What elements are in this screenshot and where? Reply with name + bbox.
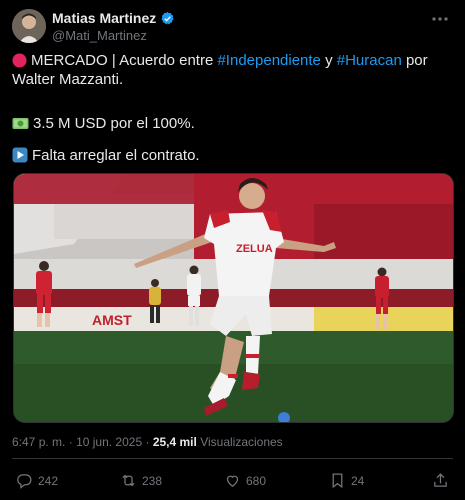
tweet-date[interactable]: 10 jun. 2025 xyxy=(76,435,142,449)
tweet-media-image[interactable]: AMST ZELUA xyxy=(13,173,454,423)
tweet-header: Matias Martinez @Mati_Martinez xyxy=(12,8,453,44)
author-handle[interactable]: @Mati_Martinez xyxy=(52,28,147,43)
reply-count: 242 xyxy=(38,473,59,488)
tweet-text-segment: MERCADO | Acuerdo entre xyxy=(31,52,218,69)
divider xyxy=(12,458,453,459)
tweet-text-segment: Falta arreglar el contrato. xyxy=(32,147,200,164)
like-button[interactable]: 680 xyxy=(224,472,266,489)
bookmark-icon xyxy=(332,473,343,489)
bookmark-button[interactable]: 24 xyxy=(329,472,364,489)
views-count: 25,4 mil xyxy=(152,435,197,449)
repost-icon xyxy=(122,474,135,487)
tweet-text-segment: y xyxy=(320,52,337,69)
football-photo: AMST ZELUA xyxy=(14,174,453,422)
hashtag-huracan[interactable]: #Huracan xyxy=(337,52,402,69)
jersey-sponsor-text: ZELUA xyxy=(236,243,273,255)
meta-separator: · xyxy=(68,435,73,449)
share-icon xyxy=(434,473,447,487)
repost-count: 238 xyxy=(142,473,163,488)
author-name[interactable]: Matias Martinez xyxy=(52,10,156,26)
reply-icon xyxy=(17,474,32,489)
repost-button[interactable]: 238 xyxy=(120,472,162,489)
action-bar: 242 238 680 24 xyxy=(0,472,465,492)
meta-separator: · xyxy=(145,435,150,449)
play-icon xyxy=(12,147,28,163)
like-count: 680 xyxy=(246,473,267,488)
reply-button[interactable]: 242 xyxy=(16,472,58,489)
money-icon xyxy=(12,118,29,129)
like-icon xyxy=(226,475,239,487)
verified-icon xyxy=(161,11,174,24)
tweet-text-line-3: Falta arreglar el contrato. xyxy=(12,146,453,165)
hashtag-independiente[interactable]: #Independiente xyxy=(217,52,320,69)
tweet-text-segment: 3.5 M USD por el 100%. xyxy=(33,115,195,132)
tweet-text-line-1: MERCADO | Acuerdo entre #Independiente y… xyxy=(12,51,453,89)
share-button[interactable] xyxy=(432,472,449,489)
tweet-text-line-2: 3.5 M USD por el 100%. xyxy=(12,114,453,133)
red-circle-icon xyxy=(12,53,27,68)
avatar[interactable] xyxy=(12,9,46,43)
views-label: Visualizaciones xyxy=(200,435,283,449)
board-text: AMST xyxy=(92,312,132,328)
tweet-time[interactable]: 6:47 p. m. xyxy=(12,435,65,449)
more-icon[interactable] xyxy=(431,10,449,31)
tweet-meta: 6:47 p. m. · 10 jun. 2025 · 25,4 mil Vis… xyxy=(12,435,283,449)
bookmark-count: 24 xyxy=(351,473,365,488)
